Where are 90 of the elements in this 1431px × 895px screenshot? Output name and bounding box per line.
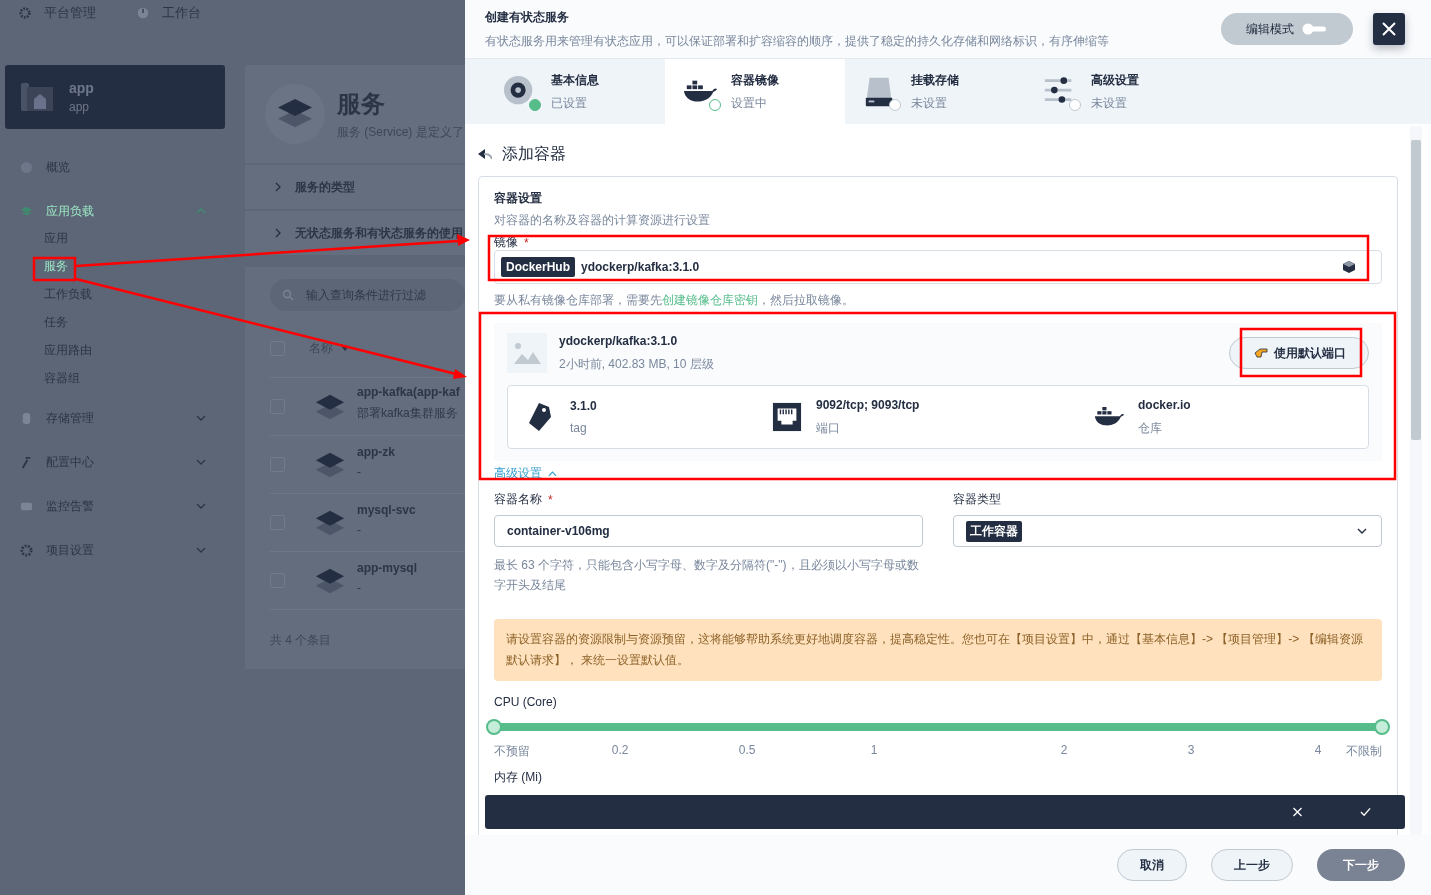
- detail-value: docker.io: [1138, 397, 1191, 412]
- tick-label: 3: [1187, 743, 1195, 757]
- detail-label: tag: [570, 421, 588, 435]
- field-label: 镜像: [494, 234, 518, 251]
- step-tab[interactable]: 基本信息 已设置: [485, 59, 665, 124]
- group-title: 容器设置: [494, 190, 543, 207]
- check-icon[interactable]: [1360, 807, 1371, 817]
- modal-title: 创建有状态服务: [485, 8, 570, 26]
- collapsible-section[interactable]: 服务的类型: [245, 165, 465, 209]
- footer-button[interactable]: 取消: [1117, 849, 1187, 881]
- slider-label: CPU (Core): [494, 695, 558, 709]
- detail-value: 3.1.0: [570, 399, 597, 413]
- edit-mode-toggle[interactable]: 编辑模式: [1221, 13, 1353, 45]
- chevron-icon: [548, 470, 557, 477]
- required-mark: *: [548, 492, 553, 507]
- cube-icon[interactable]: [1343, 261, 1355, 273]
- detail-value: 9092/tcp; 9093/tcp: [816, 397, 920, 412]
- annotation-box: [32, 256, 77, 282]
- section-title: 添加容器: [502, 143, 566, 164]
- advanced-settings-toggle[interactable]: 高级设置: [494, 465, 557, 482]
- close-icon[interactable]: [1292, 807, 1303, 817]
- search-icon: [282, 289, 294, 301]
- tick-label: 0.5: [738, 743, 756, 757]
- menu-icon: [20, 455, 33, 469]
- image-field[interactable]: DockerHub ydockerp/kafka:3.1.0: [494, 250, 1382, 284]
- footer-button[interactable]: 下一步: [1317, 849, 1405, 881]
- menu-icon: [20, 543, 33, 557]
- image-meta: 2小时前, 402.83 MB, 10 层级: [559, 355, 715, 373]
- warning-notice: 请设置容器的资源限制与资源预留，这将能够帮助系统更好地调度容器，提高稳定性。您也可在【项目设置】中，通过【基本信息】-> 【项目管理】-> 【编辑资源默认请求】， 来统一设置默认值。: [494, 619, 1382, 681]
- footer-button[interactable]: 上一步: [1211, 849, 1293, 881]
- container-name-field[interactable]: container-v106mg: [494, 515, 923, 547]
- tick-label: 不预留: [494, 743, 530, 760]
- tick-label: 1: [870, 743, 878, 757]
- tick-label: 2: [1060, 743, 1068, 757]
- tick-label: 0.2: [611, 743, 629, 757]
- sort-icon: [341, 345, 349, 351]
- step-tab[interactable]: 容器镜像 设置中: [665, 59, 845, 124]
- submenu-item[interactable]: 服务: [44, 252, 68, 280]
- service-name[interactable]: app-mysql: [357, 560, 417, 575]
- service-name[interactable]: app-kafka(app-kaf: [357, 385, 460, 399]
- project-card[interactable]: app app: [5, 65, 225, 129]
- slider-thumb[interactable]: [1374, 719, 1390, 735]
- menu-item[interactable]: 应用负载: [46, 202, 196, 220]
- toggle-switch-icon: [1302, 23, 1328, 35]
- menu-icon: [20, 411, 33, 425]
- image-placeholder-icon: [507, 333, 547, 373]
- service-name[interactable]: mysql-svc: [357, 502, 416, 517]
- dropdown-icon: [1357, 528, 1367, 534]
- registry-tag[interactable]: DockerHub: [501, 257, 575, 277]
- image-name: ydockerp/kafka:3.1.0: [559, 333, 679, 348]
- service-description: -: [357, 464, 362, 479]
- pointing-hand-icon: [1254, 348, 1268, 358]
- close-button[interactable]: [1373, 13, 1405, 45]
- project-alias: app: [69, 100, 91, 114]
- required-mark: *: [524, 235, 529, 250]
- back-icon[interactable]: [478, 148, 492, 160]
- chevron-icon: [275, 182, 281, 192]
- create-secret-link[interactable]: 创建镜像仓库密钥: [662, 293, 758, 307]
- service-name[interactable]: app-zk: [357, 444, 395, 459]
- step-tab[interactable]: 高级设置 未设置: [1025, 59, 1205, 124]
- close-icon: [1382, 22, 1396, 36]
- detail-label: 端口: [816, 419, 841, 437]
- hint-text: 最长 63 个字符，只能包含小写字母、数字及分隔符("-")，且必须以小写字母或数字开头及结尾: [494, 557, 920, 594]
- slider-label: 内存 (Mi): [494, 769, 543, 786]
- modal-description: 有状态服务用来管理有状态应用，可以保证部署和扩容缩容的顺序，提供了稳定的持久化存储和网络标识，有序伸缩等: [485, 32, 1110, 50]
- selected-type-tag: 工作容器: [966, 520, 1022, 542]
- hint-text: 要从私有镜像仓库部署，需要先创建镜像仓库密钥，然后拉取镜像。: [494, 292, 855, 309]
- default-ports-button[interactable]: 使用默认端口: [1229, 337, 1369, 369]
- project-name: app: [69, 80, 94, 96]
- field-label: 容器类型: [953, 491, 1001, 508]
- cpu-slider[interactable]: [486, 717, 1390, 737]
- page-title: 服务: [337, 88, 386, 119]
- menu-icon: [20, 204, 33, 218]
- tick-label: 4: [1314, 743, 1322, 757]
- detail-label: 仓库: [1138, 419, 1163, 437]
- gear-icon: [18, 5, 32, 20]
- step-tab[interactable]: 挂载存储 未设置: [845, 59, 1025, 124]
- slider-thumb[interactable]: [486, 719, 502, 735]
- scrollbar-thumb[interactable]: [1411, 140, 1421, 440]
- dashboard-icon: [136, 5, 150, 20]
- field-value: ydockerp/kafka:3.1.0: [581, 260, 701, 274]
- field-label: 容器名称: [494, 491, 542, 508]
- ethernet-port-icon: [772, 401, 802, 433]
- service-description: -: [357, 580, 362, 595]
- container-type-select[interactable]: 工作容器: [953, 515, 1382, 547]
- project-icon: [21, 83, 53, 111]
- tick-label: 不限制: [1346, 743, 1382, 760]
- chevron-icon: [275, 228, 281, 238]
- service-description: -: [357, 522, 362, 537]
- group-description: 对容器的名称及容器的计算资源进行设置: [494, 212, 711, 229]
